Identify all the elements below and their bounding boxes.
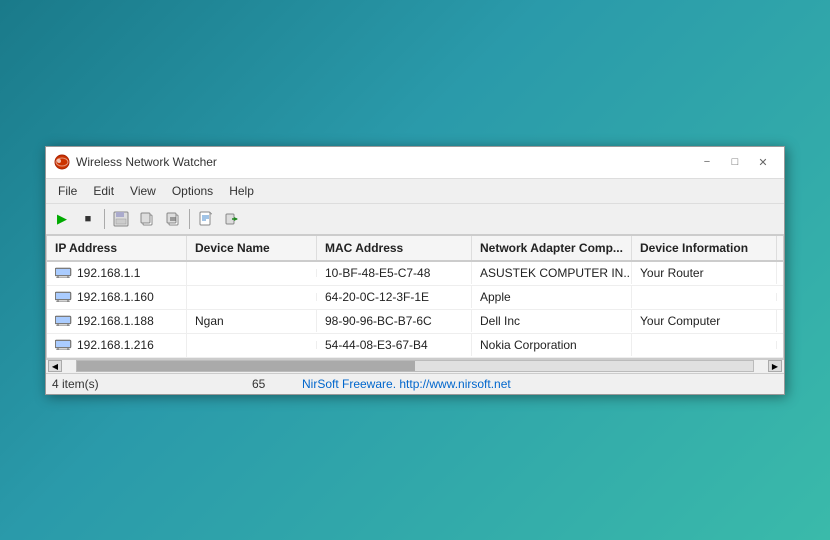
cell-mac-3: 98-90-96-BC-B7-6C (317, 310, 472, 332)
minimize-button[interactable]: − (694, 152, 720, 172)
nirsoft-link[interactable]: NirSoft Freeware. http://www.nirsoft.net (302, 377, 778, 391)
menu-file[interactable]: File (50, 181, 85, 201)
report-button[interactable] (194, 207, 218, 231)
menu-edit[interactable]: Edit (85, 181, 122, 201)
cell-ip-4: 192.168.1.216 (47, 334, 187, 357)
cell-name-2 (187, 293, 317, 301)
title-bar: Wireless Network Watcher − □ ✕ (46, 147, 784, 179)
device-list: IP Address Device Name MAC Address Netwo… (46, 235, 784, 359)
status-number: 65 (252, 377, 302, 391)
scroll-right-button[interactable]: ▶ (768, 360, 782, 372)
table-body: 192.168.1.1 10-BF-48-E5-C7-48 ASUSTEK CO… (47, 262, 783, 358)
exit-button[interactable] (220, 207, 244, 231)
scroll-left-button[interactable]: ◀ (48, 360, 62, 372)
cell-mac-2: 64-20-0C-12-3F-1E (317, 286, 472, 308)
menu-bar: File Edit View Options Help (46, 179, 784, 204)
window-controls: − □ ✕ (694, 152, 776, 172)
menu-view[interactable]: View (122, 181, 164, 201)
toolbar: ▶ ■ (46, 204, 784, 235)
menu-options[interactable]: Options (164, 181, 221, 201)
copy2-button[interactable] (161, 207, 185, 231)
cell-ip-1: 192.168.1.1 (47, 262, 187, 285)
header-mac[interactable]: MAC Address (317, 236, 472, 260)
save-button[interactable] (109, 207, 133, 231)
maximize-button[interactable]: □ (722, 152, 748, 172)
play-button[interactable]: ▶ (50, 207, 74, 231)
cell-ip-3: 192.168.1.188 (47, 310, 187, 333)
window-title: Wireless Network Watcher (76, 155, 694, 169)
cell-info-4 (632, 341, 777, 349)
device-icon-1 (55, 266, 73, 281)
scroll-track[interactable] (76, 360, 754, 372)
copy-button[interactable] (135, 207, 159, 231)
app-icon (54, 154, 70, 170)
status-bar: 4 item(s) 65 NirSoft Freeware. http://ww… (46, 373, 784, 394)
cell-info-3: Your Computer (632, 310, 777, 332)
table-row[interactable]: 192.168.1.160 64-20-0C-12-3F-1E Apple (47, 286, 783, 310)
scroll-thumb[interactable] (77, 361, 415, 371)
table-row[interactable]: 192.168.1.188 Ngan 98-90-96-BC-B7-6C Del… (47, 310, 783, 334)
cell-adapter-2: Apple (472, 286, 632, 308)
header-ip[interactable]: IP Address (47, 236, 187, 260)
device-icon-2 (55, 290, 73, 305)
cell-name-4 (187, 341, 317, 349)
table-row[interactable]: 192.168.1.1 10-BF-48-E5-C7-48 ASUSTEK CO… (47, 262, 783, 286)
cell-name-3: Ngan (187, 310, 317, 332)
cell-adapter-4: Nokia Corporation (472, 334, 632, 356)
table-header: IP Address Device Name MAC Address Netwo… (47, 236, 783, 262)
device-icon-4 (55, 338, 73, 353)
toolbar-separator-1 (104, 209, 105, 229)
close-button[interactable]: ✕ (750, 152, 776, 172)
cell-adapter-1: ASUSTEK COMPUTER IN... (472, 262, 632, 284)
cell-info-2 (632, 293, 777, 301)
header-info[interactable]: Device Information (632, 236, 777, 260)
horizontal-scrollbar[interactable]: ◀ ▶ (46, 359, 784, 373)
toolbar-separator-2 (189, 209, 190, 229)
main-window: Wireless Network Watcher − □ ✕ File Edit… (45, 146, 785, 395)
menu-help[interactable]: Help (221, 181, 262, 201)
header-name[interactable]: Device Name (187, 236, 317, 260)
cell-ip-2: 192.168.1.160 (47, 286, 187, 309)
cell-info-1: Your Router (632, 262, 777, 284)
cell-mac-4: 54-44-08-E3-67-B4 (317, 334, 472, 356)
cell-adapter-3: Dell Inc (472, 310, 632, 332)
table-row[interactable]: 192.168.1.216 54-44-08-E3-67-B4 Nokia Co… (47, 334, 783, 358)
item-count: 4 item(s) (52, 377, 252, 391)
header-adapter[interactable]: Network Adapter Comp... (472, 236, 632, 260)
device-icon-3 (55, 314, 73, 329)
cell-mac-1: 10-BF-48-E5-C7-48 (317, 262, 472, 284)
cell-name-1 (187, 269, 317, 277)
stop-button[interactable]: ■ (76, 207, 100, 231)
